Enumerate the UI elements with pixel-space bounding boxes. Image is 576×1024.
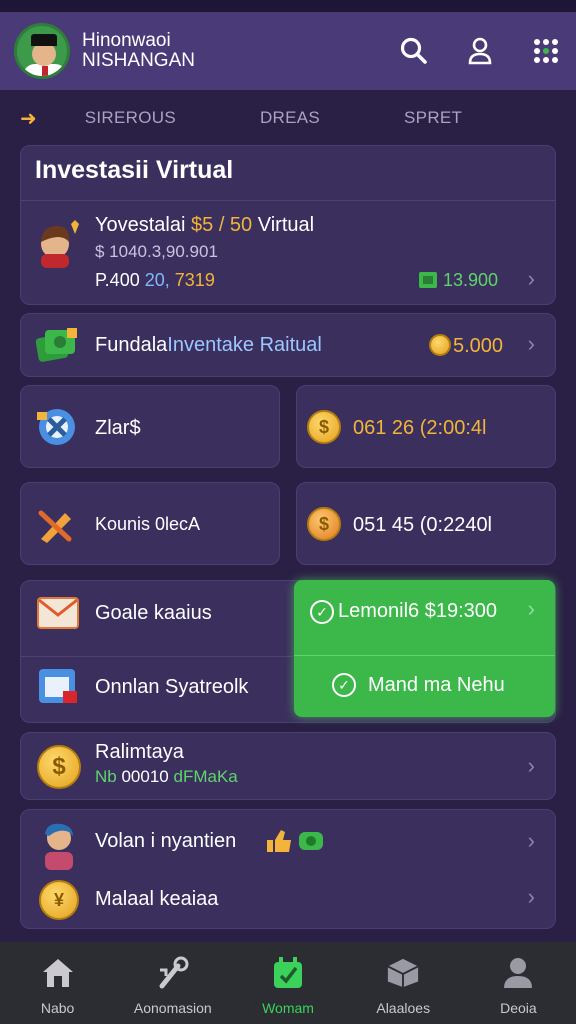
grid-item-1[interactable]: Zlar$ xyxy=(20,385,280,468)
grid-item-4[interactable]: $ 051 45 (0:2240l xyxy=(296,482,556,565)
grid-item-2-value: 061 26 (2:00:4l xyxy=(353,417,487,439)
check-icon: ✓ xyxy=(310,600,334,624)
home-icon xyxy=(41,956,75,990)
chevron-right-icon[interactable]: › xyxy=(528,884,535,910)
nav-item-home[interactable]: Nabo xyxy=(0,942,115,1024)
cash-icon xyxy=(417,269,439,296)
nav-label: Womam xyxy=(262,1000,314,1016)
misc-item-2[interactable]: Malaal keaiaa xyxy=(95,888,218,911)
confirm-action-button[interactable]: Mand ma Nehu xyxy=(368,674,505,697)
misc-card: Volan i nyantien › ¥ Malaal keaiaa › xyxy=(20,809,556,929)
tool-icon xyxy=(35,406,81,453)
payment-subtitle: Nb 00010 dFMaKa xyxy=(95,767,238,786)
nav-item-profile[interactable]: Deoia xyxy=(461,942,576,1024)
status-bar xyxy=(0,0,576,12)
investment-right-value: 13.900 xyxy=(443,270,499,290)
services-item-1-label[interactable]: Goale kaaius xyxy=(95,602,212,625)
app-title-line1: Hinonwaoi xyxy=(82,30,171,51)
search-icon[interactable] xyxy=(398,35,430,67)
app-title: Hinonwaoi NISHANGAN xyxy=(82,31,195,71)
person-icon xyxy=(39,822,79,875)
dollar-coin-icon: $ xyxy=(307,507,341,541)
nav-item-automation[interactable]: Aonomasion xyxy=(115,942,230,1024)
grid-item-3[interactable]: Kounis 0lecA xyxy=(20,482,280,565)
chevron-right-icon[interactable]: › xyxy=(528,266,535,292)
chevron-right-icon[interactable]: › xyxy=(528,828,535,854)
chevron-right-icon[interactable]: › xyxy=(528,753,535,779)
app-header: Hinonwaoi NISHANGAN xyxy=(0,12,576,90)
dollar-coin-icon: $ xyxy=(37,745,81,789)
nav-label: Nabo xyxy=(40,1000,75,1016)
grid-item-3-label: Kounis 0lecA xyxy=(95,514,201,534)
bottom-navigation: Nabo Aonomasion Womam Alaaloes Deoia xyxy=(0,942,576,1024)
investor-avatar-icon xyxy=(35,218,81,268)
confirm-amount-button[interactable]: Lemonil6 $19:300 xyxy=(338,600,497,623)
tab-1[interactable]: SIREROUS xyxy=(85,108,176,128)
nav-item-archive[interactable]: Alaaloes xyxy=(346,942,461,1024)
fund-label: FundalaInventake Raitual xyxy=(95,334,322,356)
thumbs-up-icon xyxy=(271,956,305,990)
money-bill-icon xyxy=(35,326,79,369)
app-window-icon xyxy=(37,667,79,712)
nav-label: Aonomasion xyxy=(133,1000,212,1016)
coin-icon xyxy=(429,334,451,356)
nav-label: Deoia xyxy=(500,1000,537,1016)
avatar[interactable] xyxy=(14,23,70,79)
grid-item-4-value: 051 45 (0:2240l xyxy=(353,514,493,536)
grid-item-2[interactable]: $ 061 26 (2:00:4l xyxy=(296,385,556,468)
investment-amount: $ 1040.3,90.901 xyxy=(95,242,218,261)
investment-values: P.400 20, 7319 xyxy=(95,270,215,290)
arrow-right-icon[interactable]: ➜ xyxy=(20,106,37,131)
nav-item-main[interactable]: Womam xyxy=(230,942,345,1024)
nav-label: Alaaloes xyxy=(376,1000,431,1016)
box-icon xyxy=(386,956,420,990)
app-title-line2: NISHANGAN xyxy=(82,50,195,71)
tools-icon xyxy=(156,956,190,990)
services-item-2-label[interactable]: Onnlan Syatreolk xyxy=(95,676,248,699)
chevron-right-icon[interactable]: › xyxy=(528,331,535,357)
tab-bar: ➜ SIREROUS DREAS SPRET xyxy=(0,90,576,146)
pencil-icon xyxy=(35,505,75,550)
investment-name: Yovestalai $5 / 50 Virtual xyxy=(95,214,315,236)
dollar-coin-icon: $ xyxy=(307,410,341,444)
card-title: Investasii Virtual xyxy=(35,156,234,184)
grid-menu-icon[interactable] xyxy=(530,35,562,67)
mail-icon xyxy=(37,597,79,634)
fund-value: 5.000 xyxy=(453,335,504,357)
coin-icon: ¥ xyxy=(39,880,79,920)
investment-card: Investasii Virtual Yovestalai $5 / 50 Vi… xyxy=(20,145,556,305)
profile-icon xyxy=(501,956,535,990)
chevron-right-icon[interactable]: › xyxy=(528,596,535,622)
misc-item-1[interactable]: Volan i nyantien xyxy=(95,830,236,853)
check-icon: ✓ xyxy=(332,673,356,697)
confirm-panel: ✓ Lemonil6 $19:300 › ✓ Mand ma Nehu xyxy=(294,580,555,717)
payment-row[interactable]: $ Ralimtaya Nb 00010 dFMaKa › xyxy=(20,732,556,800)
grid-item-1-label: Zlar$ xyxy=(95,417,141,439)
tab-3[interactable]: SPRET xyxy=(404,108,462,128)
tab-2[interactable]: DREAS xyxy=(260,108,320,128)
thumbs-up-icon xyxy=(265,828,325,859)
payment-title: Ralimtaya xyxy=(95,741,184,763)
fund-row[interactable]: FundalaInventake Raitual 5.000 › xyxy=(20,313,556,377)
user-icon[interactable] xyxy=(464,35,496,67)
